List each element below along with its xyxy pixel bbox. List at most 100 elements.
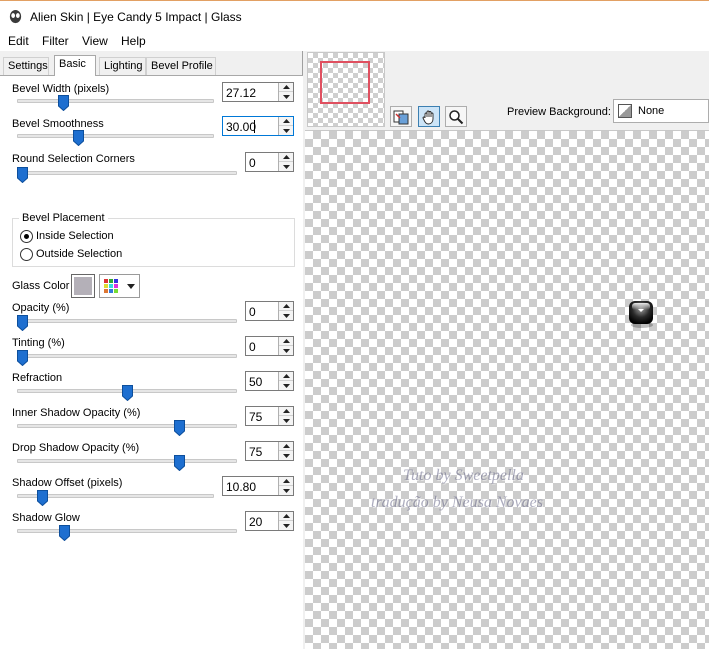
refraction-value[interactable]: 50 (249, 375, 262, 389)
shadow-glow-slider-thumb[interactable] (58, 525, 70, 541)
round-corners-track[interactable] (17, 171, 237, 175)
spin-up-icon[interactable] (279, 83, 293, 92)
menu-edit[interactable]: Edit (8, 34, 29, 48)
bevel-width-spinbox[interactable]: 27.12 (222, 82, 294, 102)
refraction-spinbox[interactable]: 50 (245, 371, 294, 391)
window-title: Alien Skin | Eye Candy 5 Impact | Glass (30, 10, 242, 24)
hand-tool-button[interactable] (418, 106, 440, 127)
shadow-glow-track[interactable] (17, 529, 237, 533)
spin-up-icon[interactable] (279, 512, 293, 521)
tab-lighting[interactable]: Lighting (99, 57, 146, 75)
spin-down-icon[interactable] (279, 451, 293, 460)
drop-shadow-opacity-spin-buttons (278, 442, 293, 460)
shadow-glow-spinbox[interactable]: 20 (245, 511, 294, 531)
hand-icon (422, 110, 434, 124)
tinting-spinbox[interactable]: 0 (245, 336, 294, 356)
spin-down-icon[interactable] (279, 92, 293, 101)
spin-down-icon[interactable] (279, 346, 293, 355)
bevel-smoothness-label: Bevel Smoothness (12, 118, 104, 130)
color-picker-dropdown[interactable] (99, 274, 140, 298)
bevel-width-slider-thumb[interactable] (57, 95, 69, 111)
alien-skin-logo-icon (9, 9, 22, 24)
round-corners-spinbox[interactable]: 0 (245, 152, 294, 172)
drop-shadow-opacity-slider-thumb[interactable] (173, 455, 185, 471)
round-corners-value[interactable]: 0 (249, 156, 256, 170)
spin-up-icon[interactable] (279, 477, 293, 486)
glass-color-label: Glass Color (12, 280, 70, 292)
spin-up-icon[interactable] (279, 117, 293, 126)
shadow-offset-spin-buttons (278, 477, 293, 495)
spin-up-icon[interactable] (279, 302, 293, 311)
opacity-value[interactable]: 0 (249, 305, 256, 319)
spin-down-icon[interactable] (279, 521, 293, 530)
bevel-smoothness-track[interactable] (17, 134, 214, 138)
tinting-label: Tinting (%) (12, 337, 65, 349)
glass-color-swatch[interactable] (71, 274, 95, 298)
menu-view[interactable]: View (82, 34, 108, 48)
inner-shadow-opacity-spinbox[interactable]: 75 (245, 406, 294, 426)
shadow-glow-value[interactable]: 20 (249, 515, 262, 529)
bevel-width-value[interactable]: 27.12 (226, 86, 256, 100)
tinting-track[interactable] (17, 354, 237, 358)
spin-down-icon[interactable] (279, 126, 293, 135)
spin-up-icon[interactable] (279, 337, 293, 346)
watermark-line-2: tradução by Neusa Novaes (371, 494, 543, 511)
spin-up-icon[interactable] (279, 407, 293, 416)
inner-shadow-opacity-slider-thumb[interactable] (173, 420, 185, 436)
preview-background-dropdown[interactable]: None (613, 99, 709, 123)
spin-down-icon[interactable] (279, 381, 293, 390)
shadow-offset-value[interactable]: 10.80 (226, 480, 256, 494)
zoom-tool-button[interactable] (445, 106, 467, 127)
refraction-slider-thumb[interactable] (121, 385, 133, 401)
drop-shadow-opacity-value[interactable]: 75 (249, 445, 262, 459)
drop-shadow-opacity-spinbox[interactable]: 75 (245, 441, 294, 461)
chevron-down-icon (127, 284, 135, 289)
menu-filter[interactable]: Filter (42, 34, 69, 48)
round-corners-slider-thumb[interactable] (17, 167, 28, 183)
outside-selection-radio[interactable] (20, 248, 33, 261)
inner-shadow-opacity-value[interactable]: 75 (249, 410, 262, 424)
bevel-smoothness-spinbox[interactable]: 30.00 (222, 116, 294, 136)
shadow-offset-spinbox[interactable]: 10.80 (222, 476, 294, 496)
tinting-value[interactable]: 0 (249, 340, 256, 354)
menu-help[interactable]: Help (121, 34, 146, 48)
inside-selection-radio[interactable] (20, 230, 33, 243)
navigator-thumbnail[interactable] (307, 52, 385, 127)
opacity-track[interactable] (17, 319, 237, 323)
bevel-width-spin-buttons (278, 83, 293, 101)
spin-down-icon[interactable] (279, 162, 293, 171)
inside-selection-label[interactable]: Inside Selection (36, 230, 114, 242)
spin-up-icon[interactable] (279, 153, 293, 162)
opacity-spin-buttons (278, 302, 293, 320)
navigator-view-frame[interactable] (320, 61, 370, 104)
shadow-offset-label: Shadow Offset (pixels) (12, 477, 123, 489)
spin-down-icon[interactable] (279, 486, 293, 495)
spin-down-icon[interactable] (279, 311, 293, 320)
bevel-width-track[interactable] (17, 99, 214, 103)
tab-basic[interactable]: Basic (54, 55, 96, 76)
inner-shadow-opacity-track[interactable] (17, 424, 237, 428)
basic-tab-content: Bevel Width (pixels) 27.12 Bevel Smoothn… (0, 75, 303, 649)
bevel-smoothness-spin-buttons (278, 117, 293, 135)
opacity-spinbox[interactable]: 0 (245, 301, 294, 321)
bevel-smoothness-value[interactable]: 30.00 (226, 120, 256, 134)
text-caret (254, 120, 255, 133)
outside-selection-label[interactable]: Outside Selection (36, 248, 122, 260)
preview-canvas[interactable]: Tuto by Sweetpella tradução by Neusa Nov… (305, 130, 709, 649)
spin-up-icon[interactable] (279, 372, 293, 381)
round-corners-label: Round Selection Corners (12, 153, 135, 165)
drop-shadow-opacity-track[interactable] (17, 459, 237, 463)
tab-bevel-profile[interactable]: Bevel Profile (146, 57, 216, 75)
glass-bevel-preview-object (629, 301, 653, 328)
drop-shadow-opacity-label: Drop Shadow Opacity (%) (12, 442, 140, 454)
opacity-slider-thumb[interactable] (17, 315, 28, 331)
tab-settings[interactable]: Settings (3, 57, 49, 75)
preview-toggle-button[interactable] (390, 106, 412, 127)
shadow-offset-slider-thumb[interactable] (37, 490, 49, 506)
spin-up-icon[interactable] (279, 442, 293, 451)
menu-bar: Edit Filter View Help (0, 31, 709, 51)
tinting-slider-thumb[interactable] (17, 350, 28, 366)
bevel-smoothness-slider-thumb[interactable] (72, 130, 84, 146)
spin-down-icon[interactable] (279, 416, 293, 425)
inner-shadow-opacity-label: Inner Shadow Opacity (%) (12, 407, 141, 419)
